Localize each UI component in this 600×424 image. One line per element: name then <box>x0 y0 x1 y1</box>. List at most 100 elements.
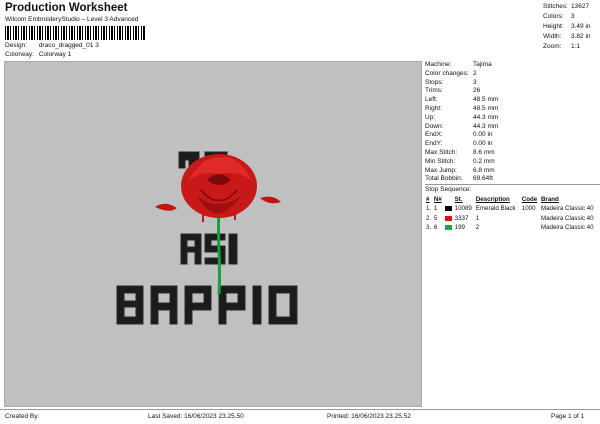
cell-swatch <box>444 214 454 224</box>
info-label: Stops: <box>425 78 444 86</box>
info-label: EndX: <box>425 131 443 139</box>
cell-code <box>521 214 540 224</box>
info-value: 44.3 mm <box>473 122 499 130</box>
stat-label: Colors: <box>543 13 564 20</box>
info-value: 48.5 mm <box>473 96 499 104</box>
stat-zoom: Zoom: 1:1 <box>543 42 600 52</box>
software-subtitle: Wilcom EmbroideryStudio – Level 3 Advanc… <box>5 16 139 23</box>
design-label: Design: <box>5 42 28 49</box>
info-value: 48.5 mm <box>473 104 499 112</box>
info-label: Color changes: <box>425 69 469 77</box>
info-row: Max Jump: 6.8 mm <box>425 167 600 176</box>
stats-panel: Stitches: 13627 Colors: 3 Height: 3.49 in W… <box>543 2 600 52</box>
cell-brand: Madeira Classic 40 <box>540 205 594 213</box>
design-word-barrio <box>116 285 298 325</box>
info-value: 2 <box>473 69 477 77</box>
info-row: Max Stitch: 8.6 mm <box>425 149 600 158</box>
colorway-row: Colorway: Colorway 1 <box>5 51 71 58</box>
design-row: Design: draco_dragged_01 3 <box>5 42 99 49</box>
info-row: Color changes: 2 <box>425 70 600 79</box>
info-row: EndY: 0.00 in <box>425 140 600 149</box>
info-value: 26 <box>473 87 481 95</box>
design-letter-i <box>228 233 238 265</box>
design-letter-s <box>204 233 226 265</box>
color-swatch <box>444 215 452 221</box>
stat-label: Zoom: <box>543 43 562 50</box>
info-row: Up: 44.3 mm <box>425 114 600 123</box>
color-swatch <box>444 206 452 212</box>
stat-value: 13627 <box>571 3 590 10</box>
cell-brand: Madeira Classic 40 <box>540 214 594 222</box>
info-value: 3 <box>473 78 477 86</box>
info-row: EndX: 0.00 in <box>425 131 600 140</box>
cell-swatch <box>444 204 454 214</box>
info-label: Max Stitch: <box>425 148 458 156</box>
barcode <box>5 26 145 40</box>
cell-needle: 6 <box>433 224 438 232</box>
info-label: Machine: <box>425 61 452 68</box>
col-header: # <box>426 196 430 203</box>
table-row: 3. 6 199 2 Madeira Classic 40 <box>425 223 600 233</box>
info-value: 0.00 in <box>473 140 493 148</box>
col-header: Brand <box>540 196 559 203</box>
col-header: St. <box>454 196 463 203</box>
info-value: 69.64ft <box>473 175 493 183</box>
info-row: Min Stitch: 0.2 mm <box>425 158 600 167</box>
colorway-value: Colorway 1 <box>38 51 72 58</box>
stat-label: Width: <box>543 33 562 40</box>
info-label: EndY: <box>425 140 443 148</box>
cell-description: Emerald Black <box>475 205 516 213</box>
cell-stitches: 10089 <box>454 205 472 213</box>
col-header <box>444 195 454 204</box>
col-header: Description <box>475 196 510 203</box>
footer-printed: Printed: 16/06/2023 23.25.52 <box>327 413 411 420</box>
embroidery-design <box>116 151 298 325</box>
info-label: Up: <box>425 113 436 121</box>
info-row: Down: 44.3 mm <box>425 123 600 132</box>
stat-stitches: Stitches: 13627 <box>543 2 600 12</box>
footer-created-by: Created By: <box>5 413 40 420</box>
page-title: Production Worksheet <box>5 2 128 14</box>
stat-width: Width: 3.82 in <box>543 32 600 42</box>
stat-label: Height: <box>543 23 564 30</box>
info-row: Machine: Tajima <box>425 61 600 70</box>
footer-last-saved: Last Saved: 16/06/2023 23.25.50 <box>148 413 244 420</box>
cell-needle: 1 <box>433 205 438 213</box>
info-row: Trims: 26 <box>425 87 600 96</box>
cell-code <box>521 223 540 233</box>
col-header: N# <box>433 196 442 203</box>
design-preview <box>4 61 422 407</box>
cell-num: 1. <box>426 205 432 213</box>
info-label: Max Jump: <box>425 166 457 174</box>
footer-page-number: Page 1 of 1 <box>551 413 585 420</box>
info-value: Tajima <box>473 61 492 68</box>
cell-swatch <box>444 223 454 233</box>
cell-num: 3. <box>426 224 432 232</box>
design-letter-a <box>180 233 202 265</box>
info-label: Left: <box>425 96 438 104</box>
cell-needle: 5 <box>433 214 438 222</box>
table-row: 1. 1 10089 Emerald Black 1000 Madeira Cl… <box>425 204 600 214</box>
machine-info-panel: Machine: Tajima Color changes: 2 Stops: 3 T… <box>425 61 600 193</box>
stat-height: Height: 3.49 in <box>543 22 600 32</box>
table-row: 2. 5 3337 1 Madeira Classic 40 <box>425 214 600 224</box>
info-label: Down: <box>425 122 444 130</box>
stop-sequence-table: # N# St. Description Code Brand 1. 1 100… <box>425 195 600 233</box>
cell-stitches: 3337 <box>454 214 469 222</box>
info-row: Left: 48.5 mm <box>425 96 600 105</box>
rose-icon <box>155 154 281 222</box>
info-row: Stops: 3 <box>425 79 600 88</box>
info-value: 8.6 mm <box>473 148 495 156</box>
page-footer: Created By: Last Saved: 16/06/2023 23.25… <box>0 409 600 424</box>
info-value: 44.3 mm <box>473 113 499 121</box>
stat-value: 3.49 in <box>571 23 591 30</box>
table-header-row: # N# St. Description Code Brand <box>425 195 600 204</box>
info-row: Total Bobbin: 69.64ft <box>425 175 600 184</box>
color-swatch <box>444 225 452 231</box>
info-row: Right: 48.5 mm <box>425 105 600 114</box>
rose-stem <box>216 209 222 295</box>
info-value: 0.2 mm <box>473 157 495 165</box>
stop-sequence-title: Stop Sequence: <box>425 184 600 193</box>
stat-label: Stitches: <box>543 3 568 10</box>
stat-value: 3.82 in <box>571 33 591 40</box>
